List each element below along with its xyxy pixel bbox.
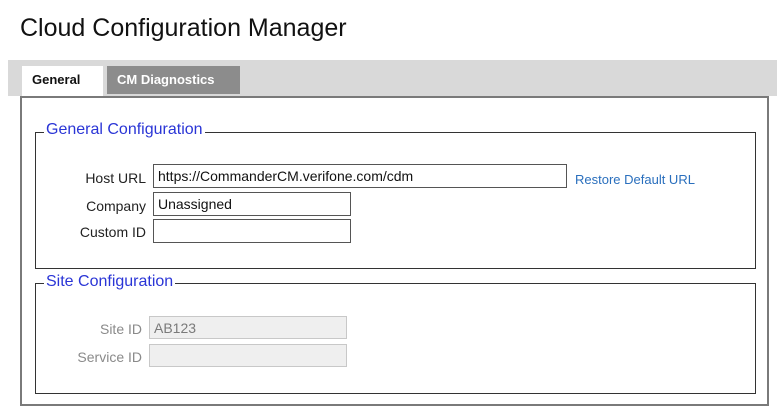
cloud-configuration-window: Cloud Configuration Manager General CM D… <box>8 0 777 410</box>
page-title: Cloud Configuration Manager <box>20 14 347 42</box>
site-id-label: Site ID <box>99 321 142 337</box>
restore-default-url-link[interactable]: Restore Default URL <box>575 172 695 187</box>
custom-id-label: Custom ID <box>79 224 146 240</box>
general-configuration-legend: General Configuration <box>44 121 205 139</box>
custom-id-input[interactable] <box>153 219 351 243</box>
service-id-label: Service ID <box>77 349 142 365</box>
company-label: Company <box>86 198 146 214</box>
host-url-input[interactable] <box>153 164 567 188</box>
site-id-input <box>149 316 347 339</box>
site-configuration-group <box>35 283 756 394</box>
site-configuration-legend: Site Configuration <box>44 273 176 291</box>
host-url-label: Host URL <box>85 170 146 186</box>
tab-cm-diagnostics[interactable]: CM Diagnostics <box>107 66 240 94</box>
company-input[interactable] <box>153 192 351 216</box>
service-id-input <box>149 344 347 367</box>
tab-general[interactable]: General <box>22 66 103 96</box>
